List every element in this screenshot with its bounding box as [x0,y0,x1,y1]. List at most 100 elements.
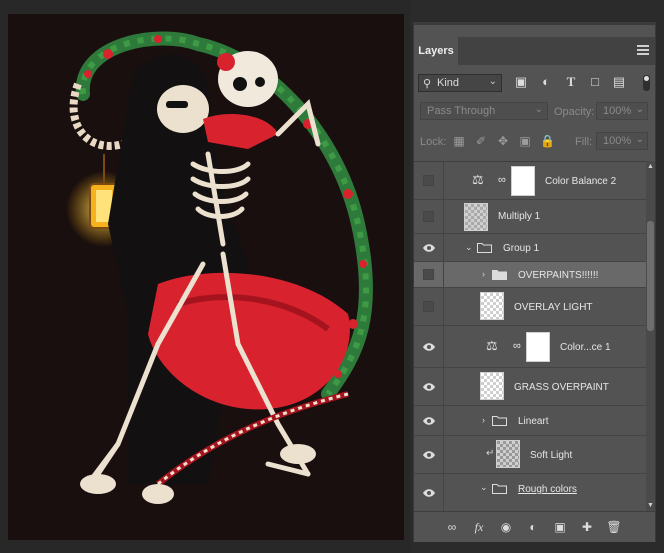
layer-row-overpaints[interactable]: › OVERPAINTS!!!!!! [414,262,646,288]
scroll-up-icon[interactable]: ▲ [646,163,655,170]
filter-toggle-switch[interactable] [643,75,650,91]
visibility-off-box[interactable] [423,268,434,280]
adjustment-filter-icon[interactable]: ◐ [539,75,553,89]
layers-bottom-bar: ∞ fx ◉ ◐ ▣ ✚ 🗑 [414,511,655,542]
filter-kind-select[interactable]: ⚲ Kind ⌄ [418,74,502,92]
fx-icon[interactable]: fx [471,519,487,535]
chevron-down-icon[interactable]: ⌄ [465,242,473,253]
opacity-label: Opacity: [554,106,595,118]
link-layers-icon[interactable]: ∞ [444,519,460,535]
eye-icon[interactable] [423,243,435,253]
clipping-mask-icon: ↵ [486,448,495,459]
layer-name: GRASS OVERPAINT [514,382,609,393]
layer-row-soft-light[interactable]: ↵ Soft Light [414,436,646,474]
lock-all-icon[interactable]: 🔒 [540,134,555,148]
delete-layer-icon[interactable]: 🗑 [606,519,622,535]
chevron-down-icon: ⌄ [488,76,497,87]
chain-link-icon: ∞ [498,174,506,186]
eye-icon[interactable] [423,488,435,498]
layer-filter-row: ⚲ Kind ⌄ ▣ ◐ T □ ▤ [414,65,655,95]
new-group-icon[interactable]: ▣ [552,519,568,535]
layer-row-color-balance-1[interactable]: ⚖ ∞ Color...ce 1 [414,326,646,368]
layer-row-grass-overpaint[interactable]: GRASS OVERPAINT [414,368,646,406]
artwork-illustration [66,31,374,504]
lock-image-icon[interactable]: ✐ [474,134,488,148]
layer-thumbnail[interactable] [480,372,504,400]
layer-thumbnail[interactable] [480,292,504,320]
blend-mode-value: Pass Through [427,105,496,117]
layer-row-color-balance-2[interactable]: ⚖ ∞ Color Balance 2 [414,162,646,200]
eye-icon[interactable] [423,382,435,392]
visibility-off-box[interactable] [423,210,434,222]
blend-row: Pass Through ⌄ Opacity: 100% ⌄ [414,99,655,125]
layer-list: ⚖ ∞ Color Balance 2 Multiply 1 ⌄ Group 1… [414,161,646,512]
lock-position-icon[interactable]: ✥ [496,134,510,148]
eye-icon[interactable] [423,342,435,352]
lock-transparency-icon[interactable]: ▦ [452,134,466,148]
chevron-down-icon: ⌄ [635,104,644,115]
visibility-cell[interactable] [414,368,444,405]
visibility-cell[interactable] [414,436,444,473]
visibility-off-box[interactable] [423,300,434,312]
visibility-cell[interactable] [414,288,444,325]
fill-label: Fill: [575,136,593,148]
shape-filter-icon[interactable]: □ [588,75,602,89]
document-canvas-area[interactable] [0,0,410,553]
folder-icon [492,270,507,280]
layer-row-multiply-1[interactable]: Multiply 1 [414,200,646,234]
eye-icon[interactable] [423,416,435,426]
visibility-cell[interactable] [414,162,444,199]
add-mask-icon[interactable]: ◉ [498,519,514,535]
layers-panel: Layers ⚲ Kind ⌄ ▣ ◐ T □ ▤ Pass Through ⌄… [413,24,656,542]
layer-row-lineart[interactable]: › Lineart [414,406,646,436]
visibility-cell[interactable] [414,200,444,233]
new-fill-adjustment-icon[interactable]: ◐ [525,519,541,535]
layer-name: Group 1 [503,243,540,254]
lock-row: Lock: ▦ ✐ ✥ ▣ 🔒 Fill: 100% ⌄ [414,129,655,155]
layer-mask-thumbnail[interactable] [511,166,535,196]
folder-icon [492,484,507,494]
layer-name: Color...ce 1 [560,342,611,353]
visibility-cell[interactable] [414,474,444,511]
type-filter-icon[interactable]: T [564,75,578,89]
chevron-right-icon[interactable]: › [482,269,485,279]
visibility-cell[interactable] [414,406,444,435]
layer-list-scrollbar[interactable]: ▲ ▼ [646,161,655,511]
layer-thumbnail[interactable] [496,440,520,468]
layer-mask-thumbnail[interactable] [526,332,550,362]
layer-name: OVERLAY LIGHT [514,302,593,313]
balance-adjustment-icon: ⚖ [472,172,484,187]
chevron-down-icon[interactable]: ⌄ [480,482,488,493]
visibility-off-box[interactable] [423,174,434,186]
layer-name: Color Balance 2 [545,176,617,187]
layer-thumbnail[interactable] [464,203,488,231]
scroll-thumb[interactable] [647,221,654,331]
layer-row-rough-colors[interactable]: ⌄ Rough colors [414,474,646,512]
lock-artboard-icon[interactable]: ▣ [518,134,532,148]
visibility-cell[interactable] [414,326,444,367]
chain-link-icon: ∞ [513,340,521,352]
layer-row-group-1[interactable]: ⌄ Group 1 [414,234,646,262]
image-filter-icon[interactable]: ▣ [514,75,528,89]
filter-kind-label: Kind [437,77,460,89]
layer-row-overlay-light[interactable]: OVERLAY LIGHT [414,288,646,326]
tab-layers[interactable]: Layers [414,37,458,65]
smart-object-filter-icon[interactable]: ▤ [612,75,626,89]
layer-name: Multiply 1 [498,211,541,222]
balance-adjustment-icon: ⚖ [486,338,498,353]
artwork-image[interactable] [8,14,404,540]
fill-field[interactable]: 100% ⌄ [596,132,648,150]
scroll-down-icon[interactable]: ▼ [646,502,655,509]
new-layer-icon[interactable]: ✚ [579,519,595,535]
eye-icon[interactable] [423,450,435,460]
blend-mode-select[interactable]: Pass Through ⌄ [420,102,548,120]
folder-icon [477,243,492,253]
opacity-value: 100% [603,105,632,117]
panel-menu-icon[interactable] [637,45,649,55]
visibility-cell[interactable] [414,262,444,287]
layer-name: OVERPAINTS!!!!!! [518,270,599,281]
visibility-cell[interactable] [414,234,444,261]
opacity-field[interactable]: 100% ⌄ [596,102,648,120]
layer-name: Soft Light [530,450,573,461]
chevron-right-icon[interactable]: › [482,415,485,425]
